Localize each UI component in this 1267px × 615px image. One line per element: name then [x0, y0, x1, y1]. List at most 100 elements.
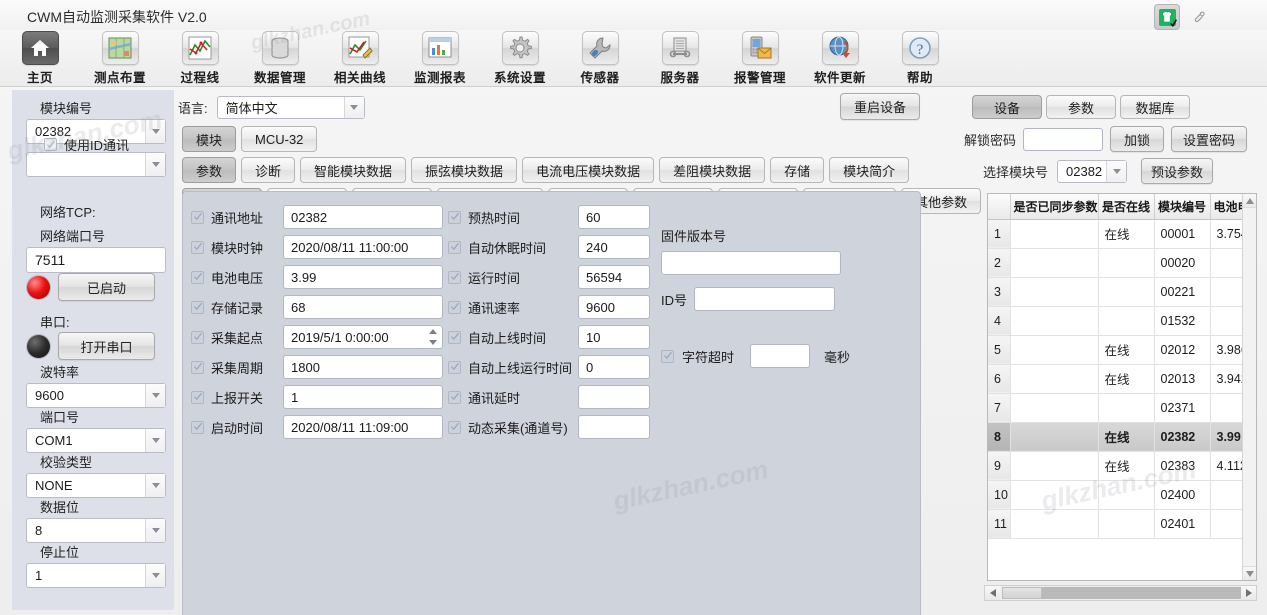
- param-left-checkbox[interactable]: [191, 270, 204, 284]
- preset-params-button[interactable]: 预设参数: [1141, 158, 1214, 184]
- toolbar-item-12[interactable]: ? 帮助: [880, 30, 960, 86]
- spinner-buttons[interactable]: [427, 329, 438, 345]
- param-left-checkbox[interactable]: [191, 420, 204, 434]
- toolbar-item-9[interactable]: 服务器: [640, 30, 720, 86]
- spinner-up-icon[interactable]: [428, 329, 437, 334]
- tab-param-5[interactable]: 电流电压模块数据: [522, 157, 655, 183]
- toolbar-item-4[interactable]: 数据管理: [240, 30, 320, 86]
- toolbar-item-8[interactable]: 传感器: [560, 30, 640, 86]
- param-right-checkbox[interactable]: [448, 420, 461, 434]
- param-left-input[interactable]: 1800: [283, 355, 443, 379]
- device-table[interactable]: 是否已同步参数 是否在线 模块编号 电池电压 1 在线 00001 3.754 2 00020 3…: [987, 193, 1257, 581]
- param-left-input[interactable]: 2020/08/11 11:09:00: [283, 415, 443, 439]
- paperclip-icon[interactable]: [1191, 10, 1205, 24]
- scroll-down-icon[interactable]: [1243, 566, 1256, 580]
- id-number-input[interactable]: [694, 287, 836, 311]
- param-left-input[interactable]: 02382: [283, 205, 443, 229]
- hscroll-thumb[interactable]: [1002, 587, 1042, 599]
- tab-param-7[interactable]: 存储: [770, 157, 825, 183]
- spinner-down-icon[interactable]: [428, 340, 437, 345]
- param-right-input[interactable]: 56594: [578, 265, 650, 289]
- stopbits-select[interactable]: 1: [26, 563, 166, 588]
- param-left-checkbox[interactable]: [191, 360, 204, 374]
- tab-right-3[interactable]: 数据库: [1120, 95, 1190, 119]
- param-left-input[interactable]: 68: [283, 295, 443, 319]
- param-left-checkbox[interactable]: [191, 390, 204, 404]
- toolbar-item-6[interactable]: 监测报表: [400, 30, 480, 86]
- chevron-down-icon[interactable]: [145, 120, 165, 143]
- select-module-dropdown[interactable]: 02382: [1057, 159, 1128, 183]
- table-row[interactable]: 7 02371: [988, 393, 1256, 423]
- toolbar-item-2[interactable]: 测点布置: [80, 30, 160, 86]
- toolbar-item-5[interactable]: 相关曲线: [320, 30, 400, 86]
- param-right-input[interactable]: 0: [578, 355, 650, 379]
- param-left-checkbox[interactable]: [191, 300, 204, 314]
- table-row[interactable]: 9 在线 02383 4.112: [988, 451, 1256, 481]
- firmware-version-input[interactable]: [661, 251, 841, 275]
- chevron-down-icon[interactable]: [145, 384, 165, 407]
- tab-param-2[interactable]: 诊断: [241, 157, 296, 183]
- chevron-down-icon[interactable]: [145, 564, 165, 587]
- table-row[interactable]: 10 02400: [988, 480, 1256, 510]
- tab-param-3[interactable]: 智能模块数据: [300, 157, 407, 183]
- tab-right-2[interactable]: 参数: [1046, 95, 1116, 119]
- param-right-input[interactable]: [578, 415, 650, 439]
- scroll-left-icon[interactable]: [985, 586, 1000, 600]
- param-left-checkbox[interactable]: [191, 210, 204, 224]
- param-left-input[interactable]: 2020/08/11 11:00:00: [283, 235, 443, 259]
- tab-param-8[interactable]: 模块简介: [829, 157, 910, 183]
- chevron-down-icon[interactable]: [145, 474, 165, 497]
- toolbar-item-10[interactable]: 报警管理: [720, 30, 800, 86]
- param-right-checkbox[interactable]: [448, 360, 461, 374]
- param-left-checkbox[interactable]: [191, 330, 204, 344]
- param-right-checkbox[interactable]: [448, 270, 461, 284]
- char-timeout-input[interactable]: [750, 344, 811, 368]
- toolbar-item-7[interactable]: 系统设置: [480, 30, 560, 86]
- param-right-input[interactable]: 60: [578, 205, 650, 229]
- table-row[interactable]: 1 在线 00001 3.754: [988, 219, 1256, 249]
- param-right-checkbox[interactable]: [448, 330, 461, 344]
- green-shirt-icon[interactable]: [1154, 4, 1180, 30]
- tab-param-6[interactable]: 差阻模块数据: [659, 157, 766, 183]
- port-select[interactable]: COM1: [26, 428, 166, 453]
- param-left-input[interactable]: 2019/5/1 0:00:00: [283, 325, 443, 349]
- toolbar-item-1[interactable]: 主页: [0, 30, 80, 86]
- param-left-input[interactable]: 1: [283, 385, 443, 409]
- scroll-up-icon[interactable]: [1243, 194, 1256, 208]
- param-left-input[interactable]: 3.99: [283, 265, 443, 289]
- chevron-down-icon[interactable]: [343, 97, 364, 118]
- unlock-password-input[interactable]: [1023, 127, 1104, 151]
- param-right-checkbox[interactable]: [448, 390, 461, 404]
- tab-module-1[interactable]: 模块: [182, 126, 237, 152]
- table-row[interactable]: 6 在线 02013 3.942: [988, 364, 1256, 394]
- chevron-down-icon[interactable]: [145, 429, 165, 452]
- table-vertical-scrollbar[interactable]: [1242, 194, 1256, 580]
- tab-param-4[interactable]: 振弦模块数据: [411, 157, 518, 183]
- chevron-down-icon[interactable]: [1106, 160, 1127, 182]
- tab-module-2[interactable]: MCU-32: [241, 126, 318, 152]
- network-port-input[interactable]: 7511: [26, 247, 166, 273]
- toolbar-item-11[interactable]: 软件更新: [800, 30, 880, 86]
- toolbar-item-3[interactable]: 过程线: [160, 30, 240, 86]
- tab-param-1[interactable]: 参数: [182, 157, 237, 183]
- param-right-checkbox[interactable]: [448, 240, 461, 254]
- table-row[interactable]: 2 00020: [988, 248, 1256, 278]
- restart-device-button[interactable]: 重启设备: [840, 93, 920, 120]
- set-password-button[interactable]: 设置密码: [1171, 126, 1248, 152]
- table-row[interactable]: 8 在线 02382 3.99: [988, 422, 1256, 452]
- scroll-right-icon[interactable]: [1241, 586, 1256, 600]
- table-row[interactable]: 11 02401: [988, 509, 1256, 539]
- tcp-start-button[interactable]: 已启动: [58, 273, 155, 301]
- tab-right-1[interactable]: 设备: [972, 95, 1042, 119]
- char-timeout-checkbox[interactable]: [661, 349, 674, 363]
- table-row[interactable]: 5 在线 02012 3.986: [988, 335, 1256, 365]
- param-left-checkbox[interactable]: [191, 240, 204, 254]
- table-horizontal-scrollbar[interactable]: [984, 585, 1257, 601]
- id-select[interactable]: [26, 152, 166, 177]
- table-row[interactable]: 3 00221: [988, 277, 1256, 307]
- lock-button[interactable]: 加锁: [1110, 126, 1165, 152]
- param-right-input[interactable]: 10: [578, 325, 650, 349]
- param-right-input[interactable]: 240: [578, 235, 650, 259]
- baud-select[interactable]: 9600: [26, 383, 166, 408]
- param-right-checkbox[interactable]: [448, 210, 461, 224]
